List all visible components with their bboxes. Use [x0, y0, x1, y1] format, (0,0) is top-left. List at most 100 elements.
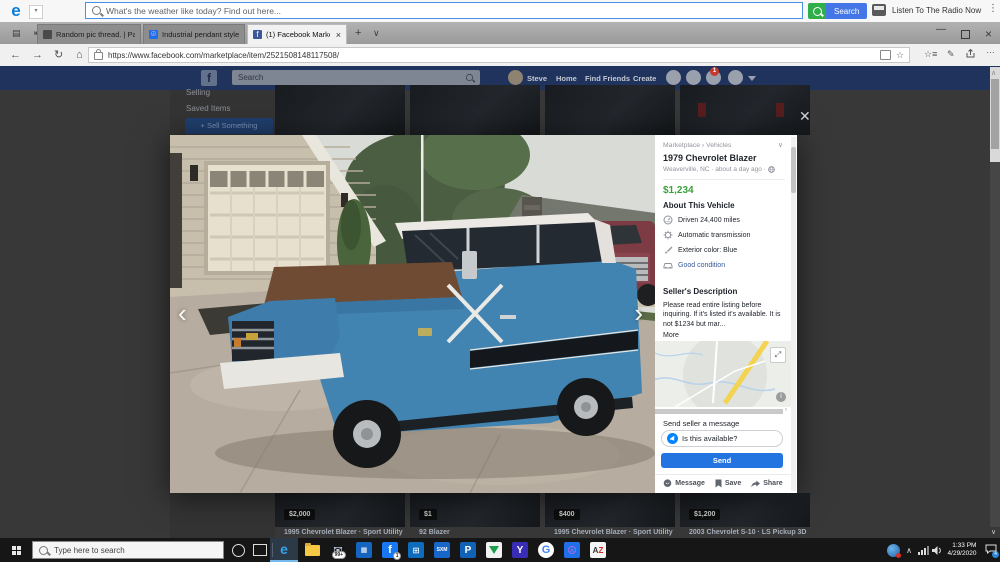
taskbar-peace-app-button[interactable]: ☮: [560, 538, 584, 562]
settings-dots-icon[interactable]: …: [986, 45, 995, 55]
scroll-up-icon[interactable]: ∧: [991, 69, 996, 77]
taskbar-paypal-button[interactable]: P: [456, 538, 480, 562]
account-caret-icon[interactable]: [748, 76, 756, 81]
start-button[interactable]: [4, 538, 28, 562]
search-extension-button[interactable]: Search: [808, 3, 867, 19]
message-action[interactable]: Message: [663, 479, 705, 488]
tab-close-icon[interactable]: ×: [336, 30, 341, 40]
listing-photo-dimmed[interactable]: [545, 85, 675, 135]
map-info-icon[interactable]: i: [776, 392, 786, 402]
taskbar-google-button[interactable]: G: [534, 538, 558, 562]
tab-facebook-marketplace[interactable]: f (1) Facebook Marketpla ×: [247, 24, 347, 44]
taskbar-blue-app-button[interactable]: ▦: [352, 538, 376, 562]
friend-requests-icon[interactable]: [666, 70, 681, 85]
help-icon[interactable]: [728, 70, 743, 85]
more-link[interactable]: More: [663, 331, 785, 340]
taskbar-clock[interactable]: 1:33 PM4/29/2020: [944, 538, 980, 562]
facebook-search-box[interactable]: Search: [232, 70, 480, 85]
reading-view-icon[interactable]: [880, 50, 891, 60]
url-field[interactable]: https://www.facebook.com/marketplace/ite…: [88, 47, 910, 63]
sidebar-item-saved-items[interactable]: Saved Items: [186, 104, 230, 113]
facebook-logo-icon[interactable]: f: [201, 70, 217, 86]
edge-search-bar[interactable]: What's the weather like today? Find out …: [85, 2, 803, 19]
taskbar-siriusxm-button[interactable]: SXM: [430, 538, 454, 562]
task-view-button[interactable]: [250, 538, 270, 562]
edge-logo-caret-icon[interactable]: ▾: [29, 5, 43, 19]
save-action[interactable]: Save: [715, 479, 741, 488]
page-scrollbar-thumb[interactable]: [991, 79, 999, 149]
tray-expand-icon[interactable]: ∧: [903, 538, 915, 562]
ink-notes-icon[interactable]: ✎: [947, 49, 955, 60]
edge-menu-icon[interactable]: ⋮: [988, 3, 998, 14]
listing-photo-dimmed[interactable]: [680, 85, 810, 135]
edge-logo-icon[interactable]: e: [6, 2, 26, 20]
listing-photo[interactable]: ‹ ›: [170, 135, 655, 493]
breadcrumb[interactable]: Marketplace › Vehicles: [663, 142, 785, 149]
nav-create[interactable]: Create: [633, 74, 656, 83]
minimize-button[interactable]: —: [936, 24, 946, 35]
messenger-icon[interactable]: [686, 70, 701, 85]
location-map[interactable]: ⤢ i: [655, 341, 791, 407]
user-avatar[interactable]: [508, 70, 523, 85]
related-price: $2,000: [284, 509, 315, 520]
back-icon[interactable]: ←: [10, 48, 21, 62]
taskbar-edge-button[interactable]: e: [270, 538, 298, 562]
breadcrumb-caret-icon[interactable]: ∨: [778, 141, 783, 149]
listing-photo-dimmed[interactable]: [275, 85, 405, 135]
related-title[interactable]: 92 Blazer: [419, 529, 450, 536]
panel-hscrollbar[interactable]: [655, 409, 783, 414]
send-button[interactable]: Send: [661, 453, 783, 468]
refresh-icon[interactable]: ↻: [54, 48, 63, 62]
nav-find-friends[interactable]: Find Friends: [585, 74, 630, 83]
favorite-star-icon[interactable]: ☆: [896, 50, 904, 61]
photo-next-icon[interactable]: ›: [634, 298, 643, 328]
maximize-button[interactable]: [961, 30, 970, 39]
share-action[interactable]: Share: [751, 480, 782, 488]
cortana-button[interactable]: [228, 538, 248, 562]
close-window-button[interactable]: ×: [985, 27, 992, 41]
taskbar-search-box[interactable]: Type here to search: [32, 541, 224, 559]
clock-date: 4/29/2020: [948, 550, 977, 558]
new-tab-button[interactable]: +: [355, 27, 361, 39]
taskbar-store-button[interactable]: ⊞: [404, 538, 428, 562]
modal-close-icon[interactable]: ✕: [799, 109, 811, 123]
sidebar-item-selling[interactable]: Selling: [186, 88, 210, 97]
network-icon[interactable]: [916, 538, 930, 562]
tab-preview-icon[interactable]: ▤: [12, 28, 21, 39]
taskbar-yahoo-button[interactable]: Y: [508, 538, 532, 562]
sell-something-button[interactable]: + Sell Something: [185, 118, 273, 134]
hscroll-right-icon[interactable]: ›: [785, 407, 787, 413]
detail-row-transmission: Automatic transmission: [663, 230, 785, 240]
tab-industrial-pendant[interactable]: ☮ Industrial pendant style ligh: [143, 24, 245, 44]
favorites-hub-icon[interactable]: ☆≡: [924, 49, 937, 60]
taskbar-explorer-button[interactable]: [300, 538, 324, 562]
related-title[interactable]: 2003 Chevrolet S-10 · LS Pickup 3D: [689, 529, 807, 536]
listing-photo-dimmed[interactable]: [410, 85, 540, 135]
action-center-button[interactable]: 4: [982, 538, 1000, 562]
tray-defender-button[interactable]: [884, 538, 902, 562]
tab-list-caret-icon[interactable]: ∨: [373, 28, 380, 39]
map-expand-icon[interactable]: ⤢: [770, 347, 786, 363]
related-title[interactable]: 1995 Chevrolet Blazer · Sport Utility: [554, 529, 673, 536]
forward-icon[interactable]: →: [32, 48, 43, 62]
volume-icon[interactable]: [930, 538, 944, 562]
radio-extension-icon[interactable]: [872, 4, 886, 16]
related-title[interactable]: 1995 Chevrolet Blazer · Sport Utility: [284, 529, 403, 536]
taskbar-green-app-button[interactable]: [482, 538, 506, 562]
share-page-icon[interactable]: [966, 49, 975, 60]
taskbar-mail-button[interactable]: ✉99+: [326, 538, 350, 562]
home-icon[interactable]: ⌂: [76, 48, 83, 62]
tab-random-pic-thread[interactable]: Random pic thread. | Page 5: [37, 24, 141, 44]
condition-link[interactable]: Good condition: [678, 262, 725, 269]
taskbar-az-app-button[interactable]: AZ: [586, 538, 610, 562]
scroll-down-icon[interactable]: ∨: [991, 528, 996, 536]
nav-user-name[interactable]: Steve: [527, 74, 547, 83]
taskbar-facebook-button[interactable]: f1: [378, 538, 402, 562]
panel-scrollbar-thumb[interactable]: [791, 147, 796, 193]
message-input[interactable]: Is this available?: [661, 430, 783, 447]
photo-prev-icon[interactable]: ‹: [178, 298, 187, 328]
divider: [663, 179, 785, 180]
radio-extension-label[interactable]: Listen To The Radio Now: [892, 6, 981, 15]
page-scrollbar-track-lower[interactable]: [990, 162, 1000, 527]
nav-home[interactable]: Home: [556, 74, 577, 83]
